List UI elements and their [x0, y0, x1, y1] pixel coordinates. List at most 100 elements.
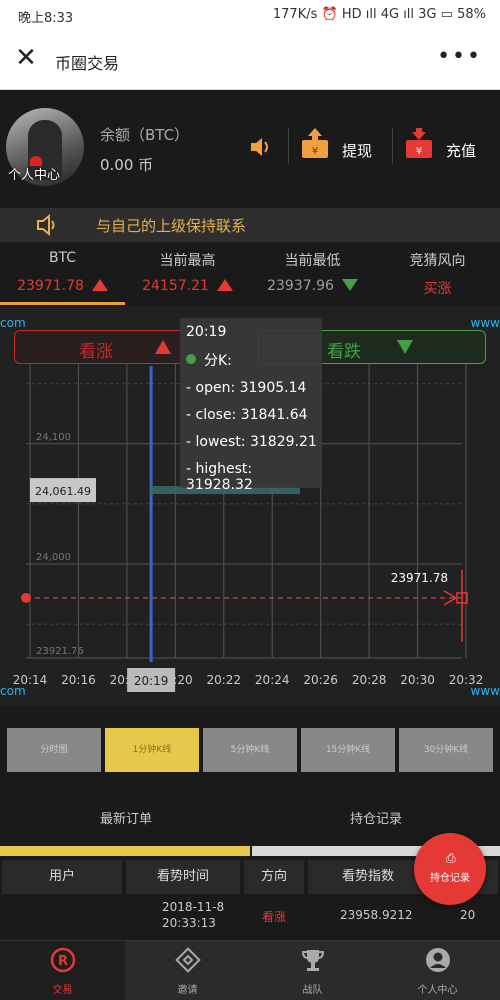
y-tick-label: 24,000 — [36, 552, 71, 563]
withdraw-button[interactable]: 提现 — [342, 140, 372, 161]
side-text-left: com — [0, 316, 26, 330]
ticker-high-value: 24157.21 — [142, 278, 209, 294]
arrow-up-icon — [91, 279, 108, 291]
ticker-header-high: 当前最高 — [159, 253, 216, 269]
side-text-left-bottom: com — [0, 684, 26, 698]
column-user: 用户 — [2, 860, 122, 894]
arrow-down-icon — [397, 340, 413, 354]
tooltip-open: - open: 31905.14 — [186, 380, 307, 396]
x-tick-label: 20:16 — [61, 673, 96, 687]
ticker-low: 23937.96 — [250, 278, 375, 294]
x-tick-label: 20:30 — [400, 673, 435, 687]
trophy-icon — [301, 950, 325, 971]
user-icon — [426, 948, 450, 972]
tab-timeline[interactable]: 分时图 — [7, 728, 101, 772]
nav-trade-label: 交易 — [52, 985, 73, 996]
current-price-label: 23971.78 — [391, 571, 448, 585]
records-tabs: 最新订单 持仓记录 — [0, 794, 500, 844]
tab-5min[interactable]: 5分钟K线 — [203, 728, 297, 772]
tooltip-close: - close: 31841.64 — [186, 407, 308, 423]
arrow-up-icon — [216, 279, 233, 291]
invite-icon — [175, 947, 201, 973]
nav-invite[interactable]: 邀请 — [125, 941, 250, 1000]
nav-team[interactable]: 战队 — [250, 941, 375, 1000]
tab-15min[interactable]: 15分钟K线 — [301, 728, 395, 772]
tooltip-title: 分K: — [204, 353, 232, 369]
balance-value: 0.00 币 — [100, 156, 154, 174]
status-bar: 晚上8:33 177K/s ⏰ HD ıll 4G ıll 3G ▭ 58% — [0, 0, 500, 30]
chart-tooltip: 20:19 分K: - open: 31905.14 - close: 3184… — [180, 318, 322, 493]
tooltip-highest: - highest: 31928.32 — [186, 461, 253, 493]
column-direction: 方向 — [244, 860, 304, 894]
x-tick-label: 20:28 — [352, 673, 387, 687]
current-price-dot — [21, 592, 31, 603]
withdraw-icon[interactable]: ¥ — [300, 126, 330, 160]
app-body: 个人中心 余额（BTC） 0.00 币 ¥ 提现 ¥ 充值 与自己的上级保持联系 — [0, 90, 500, 1000]
row-index: 23958.9212 — [340, 908, 413, 922]
battery-level: 58% — [457, 7, 486, 22]
tab-1min[interactable]: 1分钟K线 — [105, 728, 199, 772]
timeframe-tabs: 分时图 1分钟K线 5分钟K线 15分钟K线 30分钟K线 — [0, 728, 500, 772]
ticker-price-value: 23971.78 — [17, 278, 84, 294]
avatar-label[interactable]: 个人中心 — [8, 164, 60, 183]
row-date: 2018-11-8 — [162, 900, 225, 914]
fab-label: 持仓记录 — [430, 873, 470, 884]
ticker-active-underline — [0, 302, 125, 305]
ticker-low-value: 23937.96 — [267, 278, 334, 294]
nav-profile[interactable]: 个人中心 — [375, 941, 500, 1000]
x-tick-label: 20:24 — [255, 673, 290, 687]
more-icon[interactable]: ••• — [437, 44, 482, 69]
registered-icon: R — [50, 947, 76, 973]
bet-down-label: 看跌 — [327, 342, 361, 362]
tooltip-time: 20:19 — [186, 324, 227, 340]
column-index: 看势指数 — [308, 860, 428, 894]
nav-invite-label: 邀请 — [177, 985, 198, 996]
table-row: 2018-11-8 20:33:13 看涨 23958.9212 20 — [0, 896, 500, 942]
svg-text:R: R — [58, 954, 68, 969]
ticker-price: 23971.78 — [0, 278, 125, 294]
row-amount: 20 — [460, 908, 476, 922]
svg-text:¥: ¥ — [416, 146, 422, 157]
speaker-icon[interactable] — [248, 134, 274, 160]
cursor-time-label: 20:19 — [134, 674, 169, 688]
tab-30min[interactable]: 30分钟K线 — [399, 728, 493, 772]
tab-latest-orders[interactable]: 最新订单 — [100, 808, 152, 827]
notice-text: 与自己的上级保持联系 — [96, 217, 247, 235]
column-time: 看势时间 — [126, 860, 240, 894]
arrow-up-icon — [155, 340, 171, 354]
battery-icon: ▭ — [440, 7, 453, 22]
bet-up-label: 看涨 — [79, 342, 113, 362]
document-icon: ⎙ — [446, 851, 456, 865]
status-time: 晚上8:33 — [18, 11, 74, 26]
divider — [392, 128, 393, 164]
close-icon[interactable]: ✕ — [12, 44, 40, 72]
deposit-icon[interactable]: ¥ — [404, 126, 434, 160]
bottom-nav: R 交易 邀请 战队 个人中心 — [0, 940, 500, 1000]
tab-positions[interactable]: 持仓记录 — [350, 808, 402, 827]
nav-team-label: 战队 — [302, 985, 323, 996]
nav-trade[interactable]: R 交易 — [0, 941, 125, 1000]
arrow-down-icon — [341, 279, 358, 291]
ticker-header-btc: BTC — [48, 250, 77, 266]
side-text-right-bottom: www — [470, 684, 500, 698]
side-text-right: www — [470, 316, 500, 330]
account-panel: 个人中心 余额（BTC） 0.00 币 ¥ 提现 ¥ 充值 — [0, 90, 500, 210]
cursor-price-label: 24,061.49 — [35, 485, 91, 498]
balance-label: 余额（BTC） — [100, 126, 190, 144]
chart-area[interactable]: 24171.4124,10024,00023921.7620:1420:1620… — [0, 306, 500, 706]
x-tick-label: 20:26 — [303, 673, 338, 687]
y-tick-label: 24,100 — [36, 432, 71, 443]
tooltip-lowest: - lowest: 31829.21 — [186, 434, 317, 450]
positions-fab[interactable]: ⎙ 持仓记录 — [414, 833, 486, 905]
row-time: 20:33:13 — [162, 916, 216, 930]
ticker-header-direction: 竞猜风向 — [409, 253, 466, 269]
y-tick-label: 23921.76 — [36, 646, 84, 657]
announcement-icon — [37, 214, 55, 236]
x-tick-label: 20:22 — [206, 673, 241, 687]
series-dot-icon — [186, 354, 196, 364]
nav-profile-label: 个人中心 — [417, 985, 458, 996]
svg-text:¥: ¥ — [312, 146, 318, 157]
app-header: ✕ 币圈交易 ••• — [0, 30, 500, 90]
deposit-button[interactable]: 充值 — [446, 140, 476, 161]
bet-up-button[interactable]: 看涨 — [14, 330, 202, 364]
